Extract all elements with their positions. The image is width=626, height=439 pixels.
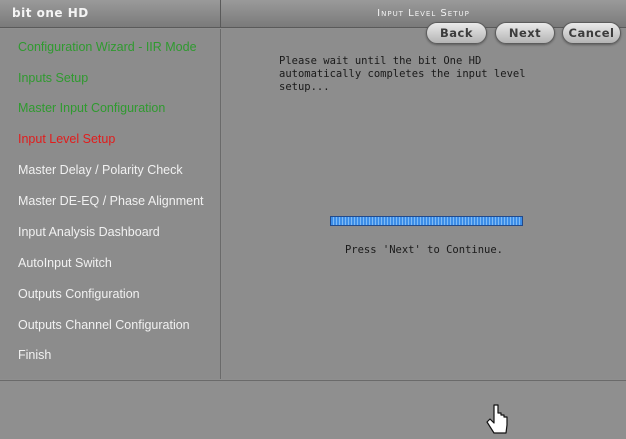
progress-fill (331, 217, 522, 225)
wizard-footer (0, 380, 626, 439)
app-title: bit one HD (12, 6, 89, 20)
sidebar-item-master-input-configuration[interactable]: Master Input Configuration (18, 101, 165, 115)
sidebar-item-outputs-configuration[interactable]: Outputs Configuration (18, 287, 140, 301)
continue-instruction: Press 'Next' to Continue. (344, 244, 504, 256)
sidebar-item-finish[interactable]: Finish (18, 348, 51, 362)
sidebar-item-inputs-setup[interactable]: Inputs Setup (18, 71, 88, 85)
sidebar-item-autoinput-switch[interactable]: AutoInput Switch (18, 256, 112, 270)
sidebar-item-master-delay-polarity[interactable]: Master Delay / Polarity Check (18, 163, 183, 177)
sidebar-item-input-analysis-dashboard[interactable]: Input Analysis Dashboard (18, 225, 160, 239)
step-title: Input Level Setup (377, 8, 470, 19)
progress-bar (330, 216, 523, 226)
app-header: bit one HD (0, 0, 221, 28)
back-button[interactable]: Back (426, 22, 487, 44)
wizard-steps-sidebar: Configuration Wizard - IIR Mode Inputs S… (0, 29, 221, 379)
sidebar-item-master-de-eq[interactable]: Master DE-EQ / Phase Alignment (18, 194, 204, 208)
wizard-window: bit one HD Input Level Setup Configurati… (0, 0, 626, 439)
step-content: Please wait until the bit One HD automat… (222, 29, 626, 379)
next-button[interactable]: Next (495, 22, 555, 44)
sidebar-item-configuration-wizard[interactable]: Configuration Wizard - IIR Mode (18, 40, 197, 54)
hand-cursor-icon (486, 404, 508, 434)
sidebar-item-input-level-setup[interactable]: Input Level Setup (18, 132, 115, 146)
sidebar-item-outputs-channel-configuration[interactable]: Outputs Channel Configuration (18, 318, 190, 332)
wait-message: Please wait until the bit One HD automat… (279, 55, 526, 93)
cancel-button[interactable]: Cancel (562, 22, 621, 44)
